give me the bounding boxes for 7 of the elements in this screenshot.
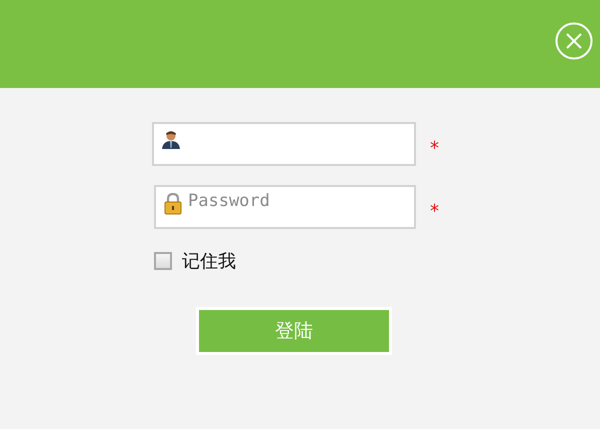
required-asterisk: * (430, 201, 439, 222)
close-icon[interactable] (555, 22, 593, 60)
remember-checkbox[interactable] (154, 252, 172, 270)
username-field[interactable] (152, 122, 416, 166)
password-field[interactable]: Password (154, 184, 416, 228)
remember-label[interactable]: 记住我 (182, 249, 236, 273)
required-asterisk: * (430, 138, 439, 159)
